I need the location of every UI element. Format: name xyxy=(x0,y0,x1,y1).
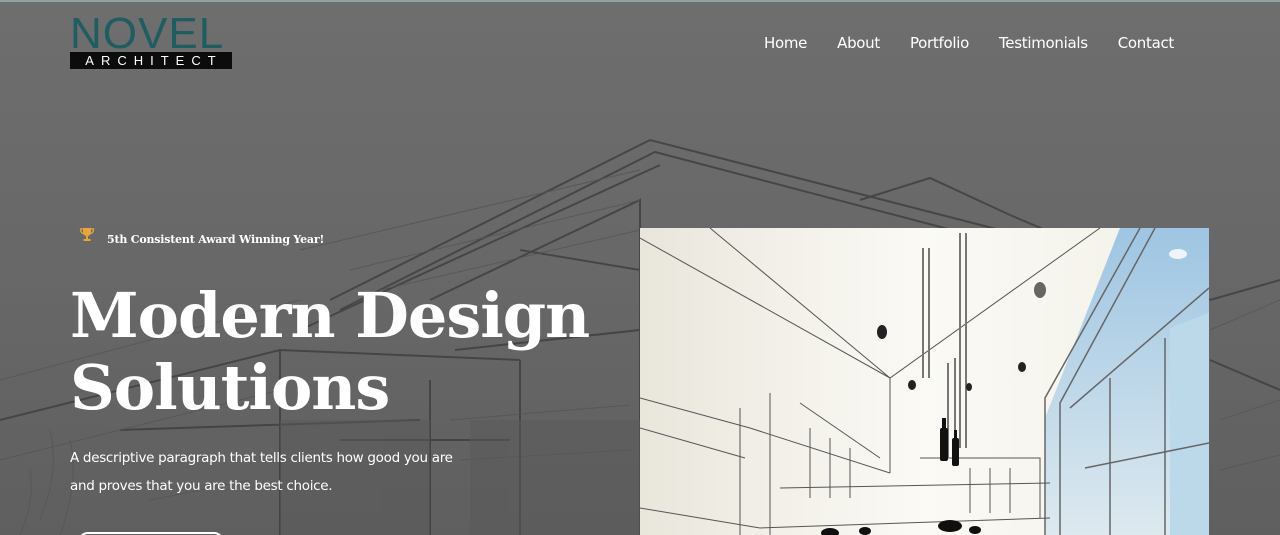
description-line-1: A descriptive paragraph that tells clien… xyxy=(70,450,453,466)
hero-image xyxy=(640,228,1209,535)
nav-home[interactable]: Home xyxy=(764,34,807,52)
brand-name: NOVEL xyxy=(70,9,225,58)
award-badge: 5th Consistent Award Winning Year! xyxy=(79,226,324,247)
hero-headline: Modern Design Solutions xyxy=(70,280,610,424)
brand-logo[interactable]: NOVEL ARCHITECT xyxy=(70,9,234,70)
nav-about[interactable]: About xyxy=(837,34,880,52)
description-line-2: and proves that you are the best choice. xyxy=(70,478,333,494)
nav-contact[interactable]: Contact xyxy=(1118,34,1175,52)
hero-description: A descriptive paragraph that tells clien… xyxy=(70,444,470,500)
headline-line-2: Solutions xyxy=(70,351,390,424)
interior-sketch-illustration xyxy=(640,228,1209,535)
brand-tagline: ARCHITECT xyxy=(70,52,232,69)
top-border xyxy=(0,0,1280,2)
nav-testimonials[interactable]: Testimonials xyxy=(999,34,1088,52)
trophy-icon xyxy=(79,226,95,247)
headline-line-1: Modern Design xyxy=(70,279,590,352)
nav-portfolio[interactable]: Portfolio xyxy=(910,34,969,52)
award-text: 5th Consistent Award Winning Year! xyxy=(107,233,325,246)
main-nav: Home About Portfolio Testimonials Contac… xyxy=(764,34,1174,52)
